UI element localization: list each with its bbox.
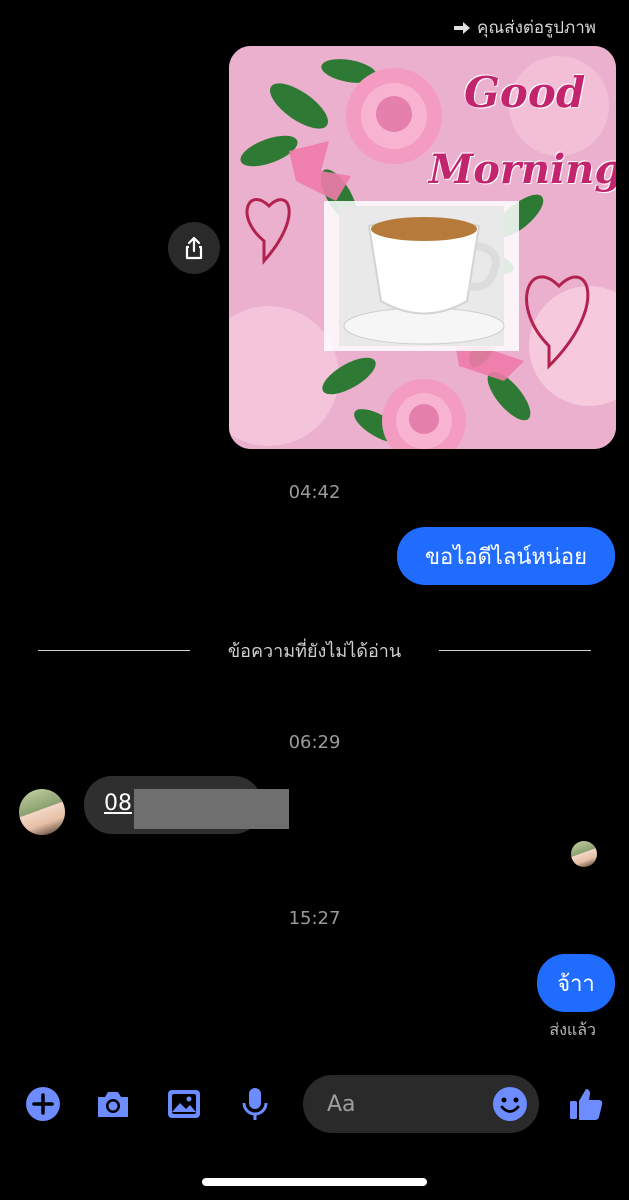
emoji-icon[interactable] [491,1085,529,1123]
plus-icon [26,1087,60,1121]
add-button[interactable] [23,1084,63,1124]
outgoing-message-1[interactable]: ขอไอดีไลน์หน่อย [397,527,615,585]
camera-icon [98,1092,128,1117]
good-morning-line1: Good [464,68,586,117]
outgoing-message-2-text: จ้าา [557,971,595,997]
message-input[interactable] [327,1089,477,1119]
unread-divider-text: ข้อความที่ยังไม่ได้อ่าน [227,641,402,662]
sent-status: ส่งแล้ว [549,1020,596,1039]
home-indicator[interactable] [202,1178,427,1186]
forwarded-note-text: คุณส่งต่อรูปภาพ [477,18,596,38]
outgoing-message-2[interactable]: จ้าา [537,954,615,1012]
message-composer [0,1072,629,1134]
voice-button[interactable] [235,1084,275,1124]
share-button[interactable] [168,222,220,274]
message-input-container[interactable] [303,1075,539,1133]
like-button[interactable] [566,1084,606,1124]
camera-button[interactable] [93,1084,133,1124]
forward-arrow-icon [454,21,471,34]
divider-line-left [38,650,190,651]
contact-avatar[interactable] [19,789,65,835]
good-morning-line2: Morning [429,146,616,193]
forwarded-image[interactable]: Good Morning [229,46,616,449]
timestamp-2: 06:29 [288,732,341,753]
seen-avatar [571,841,597,867]
forwarded-note: คุณส่งต่อรูปภาพ [453,14,596,41]
timestamp-3: 15:27 [288,908,341,929]
microphone-icon [242,1088,268,1120]
unread-divider: ข้อความที่ยังไม่ได้อ่าน [38,636,592,665]
thumbs-up-icon [570,1089,603,1120]
divider-line-right [439,650,592,651]
incoming-message-1-text[interactable]: 08 [104,791,132,816]
gallery-button[interactable] [164,1084,204,1124]
outgoing-message-1-text: ขอไอดีไลน์หน่อย [424,544,588,570]
share-icon [185,236,203,260]
redaction-box [134,789,289,829]
gallery-icon [168,1090,200,1118]
timestamp-1: 04:42 [288,482,341,503]
